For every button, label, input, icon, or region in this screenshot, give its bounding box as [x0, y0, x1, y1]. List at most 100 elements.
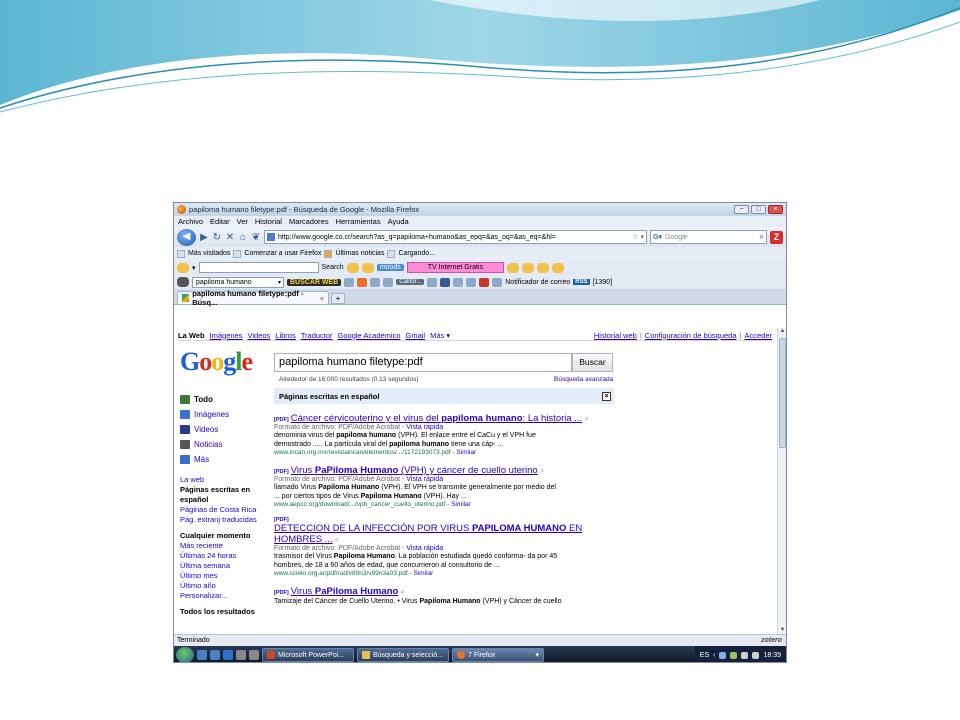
- address-bar[interactable]: http://www.google.co.cr/search?as_q=papi…: [264, 230, 647, 244]
- emoticon-icon[interactable]: [506, 262, 519, 273]
- quicklaunch-icon[interactable]: [223, 650, 233, 660]
- nav-videos[interactable]: Videos: [247, 331, 270, 340]
- advanced-search-link[interactable]: Búsqueda avanzada: [554, 376, 613, 383]
- result-title-link[interactable]: Virus PaPiloma Humano: [291, 586, 399, 597]
- toolbar-tool-icon[interactable]: [453, 277, 464, 287]
- similar-link[interactable]: Similar: [451, 501, 471, 508]
- toolbar-tool-icon[interactable]: [427, 277, 438, 287]
- reload-icon[interactable]: ↻: [212, 232, 222, 243]
- tv-internet-banner[interactable]: TV Internet Gratis: [406, 262, 504, 273]
- filter-pag-extranj[interactable]: Pág. extranj traducidas: [180, 515, 270, 525]
- buscar-web-button[interactable]: BUSCAR WEB: [287, 278, 342, 286]
- network-icon[interactable]: [719, 651, 727, 659]
- filter-time-mes[interactable]: Último mes: [180, 571, 270, 581]
- close-tab-icon[interactable]: ×: [320, 294, 324, 303]
- toolbar-tool-icon[interactable]: [479, 277, 490, 287]
- nav-la-web[interactable]: La Web: [178, 331, 205, 340]
- close-refinement-icon[interactable]: ×: [602, 391, 611, 401]
- search-box[interactable]: G▾ Google ⌕: [650, 230, 767, 244]
- similar-link[interactable]: Similar: [456, 449, 476, 456]
- toolbar-tool-icon[interactable]: [344, 277, 355, 287]
- vista-rapida-link[interactable]: Vista rápida: [406, 545, 443, 552]
- close-button[interactable]: ×: [768, 205, 783, 214]
- sidebar-item-imagenes[interactable]: Imágenes: [180, 407, 270, 422]
- forward-button[interactable]: ▶: [199, 232, 209, 243]
- weather-widget[interactable]: Califor...: [396, 279, 425, 285]
- result-title-link[interactable]: Virus PaPiloma Humano (VPH) y cáncer de …: [291, 465, 538, 476]
- toolbar-tool-icon[interactable]: [370, 277, 381, 287]
- taskbar-powerpoint[interactable]: Microsoft PowerPoi...: [262, 648, 354, 662]
- menu-herramientas[interactable]: Herramientas: [336, 217, 381, 226]
- scroll-thumb[interactable]: [779, 338, 786, 448]
- nav-libros[interactable]: Libros: [275, 331, 295, 340]
- bookmark-mas-visitados[interactable]: Más visitados: [188, 250, 230, 257]
- emoticon-icon[interactable]: [361, 262, 374, 273]
- emoticon-icon[interactable]: [346, 262, 359, 273]
- search-input[interactable]: papiloma humano filetype:pdf: [274, 353, 572, 372]
- rss-button[interactable]: RSS: [573, 279, 590, 285]
- filter-la-web[interactable]: La web: [180, 475, 270, 485]
- maximize-button[interactable]: □: [751, 205, 766, 214]
- nav-configuracion[interactable]: Configuración de búsqueda: [645, 331, 737, 340]
- home-icon[interactable]: ⌂: [238, 232, 248, 243]
- start-button[interactable]: [176, 647, 194, 662]
- sidebar-item-mas[interactable]: Más: [180, 452, 270, 467]
- filter-time-24h[interactable]: Últimas 24 horas: [180, 551, 270, 561]
- mail-notifier[interactable]: Notificador de correo: [505, 279, 570, 286]
- quicklaunch-icon[interactable]: [210, 650, 220, 660]
- facebook-icon[interactable]: [440, 277, 451, 287]
- menu-marcadores[interactable]: Marcadores: [289, 217, 329, 226]
- vista-rapida-link[interactable]: Vista rápida: [406, 424, 443, 431]
- toolbar-tool-icon[interactable]: [466, 277, 477, 287]
- nav-acceder[interactable]: Acceder: [744, 331, 772, 340]
- bookmark-leaf-icon[interactable]: ❦: [251, 232, 261, 243]
- quicklaunch-icon[interactable]: [249, 650, 259, 660]
- back-button[interactable]: ◀: [177, 228, 196, 246]
- nav-historial-web[interactable]: Historial web: [594, 331, 637, 340]
- sidebar-item-noticias[interactable]: Noticias: [180, 437, 270, 452]
- similar-link[interactable]: Similar: [413, 570, 433, 577]
- menu-ayuda[interactable]: Ayuda: [388, 217, 409, 226]
- new-tab-button[interactable]: +: [331, 293, 345, 304]
- tray-icon[interactable]: [741, 651, 749, 659]
- magnifier-icon[interactable]: ⌕: [584, 414, 588, 423]
- star-icon[interactable]: ☆ ▾: [632, 233, 644, 241]
- search-button[interactable]: Buscar: [572, 353, 613, 372]
- scroll-down-icon[interactable]: ▼: [779, 627, 786, 634]
- menu-editar[interactable]: Editar: [210, 217, 230, 226]
- filter-paginas-cr[interactable]: Páginas de Costa Rica: [180, 505, 270, 515]
- bookmark-ultimas-noticias[interactable]: Últimas noticias: [335, 250, 384, 257]
- toolbar-logo-icon[interactable]: [177, 277, 189, 287]
- toolbar-tool-icon[interactable]: [383, 277, 394, 287]
- tray-icon[interactable]: [752, 651, 760, 659]
- emoticon-icon[interactable]: [536, 262, 549, 273]
- nav-imagenes[interactable]: Imágenes: [210, 331, 243, 340]
- nav-academico[interactable]: Google Académico: [338, 331, 401, 340]
- moods-button[interactable]: moods: [376, 264, 404, 271]
- dropdown-arrow-icon[interactable]: ▾: [192, 264, 196, 272]
- magnifier-icon[interactable]: ⌕: [540, 466, 544, 475]
- filter-time-semana[interactable]: Última semana: [180, 561, 270, 571]
- magnifier-icon[interactable]: ⌕: [400, 587, 404, 596]
- tab-google-search[interactable]: papiloma humano filetype:pdf - Búsq... ×: [177, 289, 329, 307]
- menu-historial[interactable]: Historial: [255, 217, 282, 226]
- vertical-scrollbar[interactable]: ▲ ▼: [777, 328, 786, 634]
- tray-arrow-icon[interactable]: ‹: [713, 652, 715, 659]
- quicklaunch-icon[interactable]: [236, 650, 246, 660]
- filter-time-ano[interactable]: Último año: [180, 581, 270, 591]
- taskbar-search-selection[interactable]: Búsqueda y selecció...: [357, 648, 449, 662]
- toolbar-tool-icon[interactable]: [357, 277, 368, 287]
- nav-traductor[interactable]: Traductor: [301, 331, 333, 340]
- bookmark-comenzar[interactable]: Comenzar a usar Firefox: [244, 250, 321, 257]
- result-title-link[interactable]: DETECCION DE LA INFECCIÓN POR VIRUS PAPI…: [274, 523, 582, 545]
- filter-time-reciente[interactable]: Más reciente: [180, 541, 270, 551]
- filter-time-personalizar[interactable]: Personalizar...: [180, 591, 270, 601]
- scroll-up-icon[interactable]: ▲: [779, 328, 786, 335]
- menu-ver[interactable]: Ver: [237, 217, 248, 226]
- zotero-icon[interactable]: Z: [770, 230, 783, 244]
- google-logo[interactable]: Google: [180, 347, 253, 377]
- emoticon-icon[interactable]: [551, 262, 564, 273]
- bookmark-cargando[interactable]: Cargando...: [398, 250, 435, 257]
- search-icon[interactable]: ⌕: [760, 232, 764, 242]
- quicklaunch-icon[interactable]: [197, 650, 207, 660]
